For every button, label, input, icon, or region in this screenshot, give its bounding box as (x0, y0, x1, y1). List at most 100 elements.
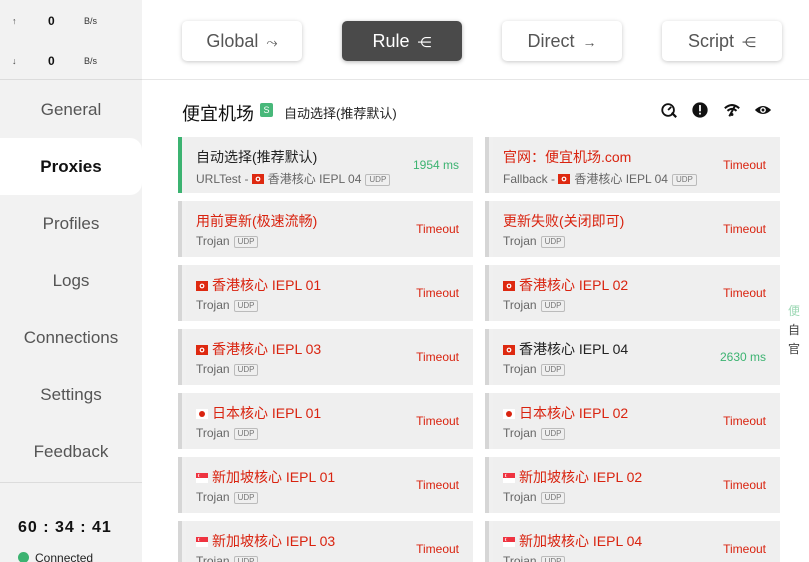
proxy-latency[interactable]: Timeout (723, 158, 766, 172)
proxy-name-text: 香港核心 IEPL 04 (519, 341, 629, 357)
sg-flag-icon (196, 473, 208, 483)
arrow-right-icon: → (582, 34, 597, 50)
group-actions (651, 101, 772, 121)
sidebar-item-connections[interactable]: Connections (0, 309, 142, 366)
group-index-item[interactable]: 官 (787, 340, 801, 359)
proxy-latency[interactable]: Timeout (416, 222, 459, 236)
proxy-card[interactable]: 更新失败(关闭即可) Trojan UDP Timeout (485, 201, 780, 257)
proxy-meta: URLTest - 香港核心 IEPL 04 UDP (196, 170, 391, 187)
proxy-meta: Trojan UDP (196, 234, 259, 248)
download-arrow-icon: ↓ (12, 56, 17, 66)
proxy-card[interactable]: 日本核心 IEPL 01 Trojan UDP Timeout (178, 393, 473, 449)
proxy-meta: Trojan UDP (503, 362, 566, 376)
proxy-latency[interactable]: Timeout (416, 542, 459, 556)
proxy-latency[interactable]: Timeout (723, 222, 766, 236)
connection-label: Connected (35, 551, 94, 562)
proxy-name: 新加坡核心 IEPL 02 (503, 467, 642, 487)
group-index-item[interactable]: 自 (787, 321, 801, 340)
udp-badge: UDP (365, 174, 391, 186)
proxy-latency[interactable]: Timeout (723, 542, 766, 556)
proxy-card[interactable]: 新加坡核心 IEPL 04 Trojan UDP Timeout (485, 521, 780, 562)
mode-global-label: Global (206, 31, 259, 51)
upload-unit: B/s (84, 16, 98, 26)
proxy-card-indicator (485, 137, 489, 193)
proxy-card[interactable]: 自动选择(推荐默认) URLTest - 香港核心 IEPL 04 UDP 1954 … (178, 137, 473, 193)
proxy-latency[interactable]: 2630 ms (720, 350, 766, 364)
proxy-latency[interactable]: Timeout (416, 478, 459, 492)
eye-icon[interactable] (754, 101, 772, 119)
proxy-meta: Trojan UDP (196, 362, 259, 376)
mode-direct-button[interactable]: Direct → (502, 21, 622, 61)
sidebar-item-profiles[interactable]: Profiles (0, 195, 142, 252)
sidebar-item-general[interactable]: General (0, 81, 142, 138)
proxy-card-body: 新加坡核心 IEPL 04 Trojan UDP Timeout (493, 521, 780, 562)
proxy-latency[interactable]: Timeout (416, 286, 459, 300)
download-value: 0 (48, 54, 55, 68)
proxy-name: 新加坡核心 IEPL 03 (196, 531, 335, 551)
proxy-card-indicator (485, 329, 489, 385)
proxy-latency[interactable]: Timeout (723, 478, 766, 492)
proxy-card[interactable]: 新加坡核心 IEPL 01 Trojan UDP Timeout (178, 457, 473, 513)
proxy-group-header[interactable]: 便宜机场 S 自动选择(推荐默认) (182, 98, 782, 124)
proxy-card-body: 日本核心 IEPL 01 Trojan UDP Timeout (186, 393, 473, 449)
mode-rule-label: Rule (372, 31, 410, 51)
mode-script-button[interactable]: Script ⋲ (662, 21, 782, 61)
proxy-name-text: 用前更新(极速流畅) (196, 213, 318, 229)
proxy-card-indicator (178, 521, 182, 562)
proxy-name: 自动选择(推荐默认) (196, 147, 317, 167)
proxy-card[interactable]: 香港核心 IEPL 04 Trojan UDP 2630 ms (485, 329, 780, 385)
sidebar: ↑ 0 B/s ↓ 0 B/s General Proxies Profiles… (0, 0, 142, 562)
status-dot-icon (18, 552, 29, 562)
proxy-card[interactable]: 官网：便宜机场.com Fallback - 香港核心 IEPL 04 UDP Tim… (485, 137, 780, 193)
udp-badge: UDP (540, 300, 566, 312)
upload-value: 0 (48, 14, 55, 28)
udp-badge: UDP (540, 236, 566, 248)
proxy-name: 官网：便宜机场.com (503, 147, 631, 167)
proxy-name-text: 新加坡核心 IEPL 04 (519, 533, 643, 549)
sidebar-item-settings[interactable]: Settings (0, 366, 142, 423)
proxy-card-body: 香港核心 IEPL 01 Trojan UDP Timeout (186, 265, 473, 321)
sidebar-item-proxies[interactable]: Proxies (0, 138, 142, 195)
mode-script-label: Script (687, 31, 734, 51)
proxy-card[interactable]: 新加坡核心 IEPL 02 Trojan UDP Timeout (485, 457, 780, 513)
udp-badge: UDP (540, 364, 566, 376)
proxy-card[interactable]: 新加坡核心 IEPL 03 Trojan UDP Timeout (178, 521, 473, 562)
proxy-card[interactable]: 香港核心 IEPL 02 Trojan UDP Timeout (485, 265, 780, 321)
speed-test-icon[interactable] (660, 101, 678, 119)
proxy-name-text: 新加坡核心 IEPL 02 (519, 469, 643, 485)
proxy-name-text: 日本核心 IEPL 01 (212, 405, 322, 421)
group-current-proxy: 自动选择(推荐默认) (284, 106, 397, 121)
proxy-latency[interactable]: Timeout (723, 286, 766, 300)
proxy-card[interactable]: 香港核心 IEPL 03 Trojan UDP Timeout (178, 329, 473, 385)
proxy-latency[interactable]: 1954 ms (413, 158, 459, 172)
app-window: ↑ 0 B/s ↓ 0 B/s General Proxies Profiles… (0, 0, 809, 562)
hk-flag-icon (196, 345, 208, 355)
proxy-type: Trojan (196, 362, 230, 376)
proxy-card[interactable]: 用前更新(极速流畅) Trojan UDP Timeout (178, 201, 473, 257)
proxy-type: URLTest (196, 172, 242, 186)
udp-badge: UDP (540, 556, 566, 562)
group-index-item[interactable]: 便 (787, 302, 801, 321)
group-type-badge: S (260, 103, 273, 117)
sidebar-item-logs[interactable]: Logs (0, 252, 142, 309)
proxy-card-indicator (178, 393, 182, 449)
proxy-card-indicator (178, 329, 182, 385)
proxy-name-text: 新加坡核心 IEPL 01 (212, 469, 336, 485)
udp-badge: UDP (233, 236, 259, 248)
alert-icon[interactable] (691, 101, 709, 119)
sidebar-item-feedback[interactable]: Feedback (0, 423, 142, 480)
proxy-card[interactable]: 香港核心 IEPL 01 Trojan UDP Timeout (178, 265, 473, 321)
proxy-latency[interactable]: Timeout (416, 350, 459, 364)
proxy-type: Trojan (503, 490, 537, 504)
proxy-latency[interactable]: Timeout (723, 414, 766, 428)
mode-global-button[interactable]: Global ⤳ (182, 21, 302, 61)
mode-bar: Global ⤳ Rule ⋲ Direct → Script ⋲ (142, 0, 809, 80)
proxy-now: 香港核心 IEPL 04 (574, 172, 668, 186)
proxy-card[interactable]: 日本核心 IEPL 02 Trojan UDP Timeout (485, 393, 780, 449)
proxy-latency[interactable]: Timeout (416, 414, 459, 428)
proxy-card-body: 新加坡核心 IEPL 01 Trojan UDP Timeout (186, 457, 473, 513)
connection-status: Connected (18, 551, 93, 562)
mode-rule-button[interactable]: Rule ⋲ (342, 21, 462, 61)
wifi-icon[interactable] (723, 101, 741, 119)
hk-flag-icon (196, 281, 208, 291)
